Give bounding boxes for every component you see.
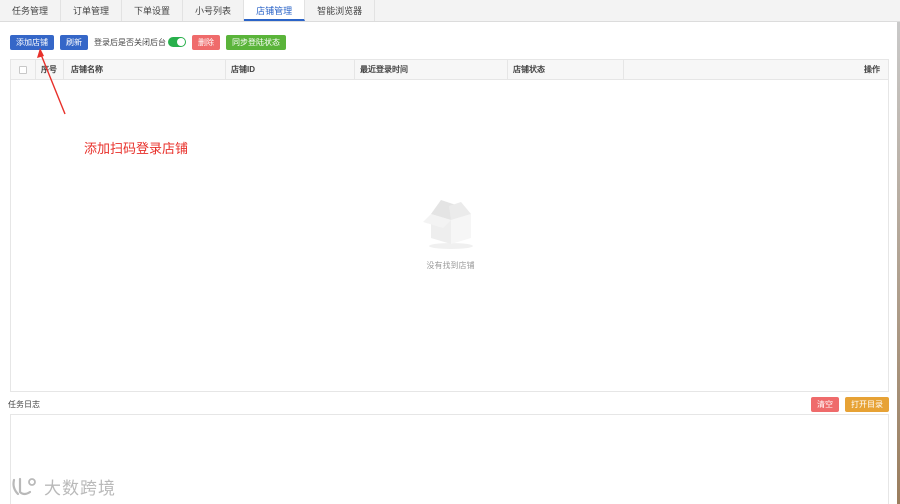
empty-state-text: 没有找到店铺: [426, 261, 475, 270]
column-divider: [354, 60, 355, 80]
select-all-checkbox[interactable]: [19, 66, 27, 74]
column-header-shop-id: 店铺ID: [231, 65, 255, 74]
empty-box-icon: [422, 200, 473, 249]
annotation-text: 添加扫码登录店铺: [84, 141, 189, 156]
brand-logo-icon: [12, 477, 36, 495]
delete-button[interactable]: 删除: [192, 34, 220, 50]
tab-bar: 任务管理 订单管理 下单设置 小号列表 店铺管理 智能浏览器: [0, 0, 900, 22]
column-header-last-login: 最近登录时间: [360, 65, 408, 74]
log-title: 任务日志: [8, 400, 40, 409]
column-divider: [623, 60, 624, 80]
column-header-actions: 操作: [864, 65, 880, 74]
log-output[interactable]: [10, 414, 889, 504]
add-shop-button[interactable]: 添加店铺: [10, 34, 54, 50]
sync-login-status-button[interactable]: 同步登陆状态: [226, 34, 286, 50]
shop-table: 序号 店铺名称 店铺ID 最近登录时间 店铺状态 操作 没有找到店铺: [10, 59, 889, 392]
column-header-index: 序号: [41, 65, 57, 74]
tab-order-management[interactable]: 订单管理: [61, 0, 123, 21]
log-header: 任务日志 清空 打开目录: [8, 397, 889, 413]
tab-task-management[interactable]: 任务管理: [0, 0, 62, 21]
watermark-text: 大数跨境: [44, 479, 116, 499]
empty-state: 没有找到店铺: [11, 190, 890, 271]
toolbar: 添加店铺 刷新 登录后是否关闭后台 删除 同步登陆状态: [10, 34, 286, 50]
tab-shop-management[interactable]: 店铺管理: [244, 0, 306, 21]
column-divider: [35, 60, 36, 80]
column-header-shop-name: 店铺名称: [71, 65, 103, 74]
table-header: 序号 店铺名称 店铺ID 最近登录时间 店铺状态 操作: [11, 60, 888, 80]
close-after-login-toggle[interactable]: [168, 37, 186, 47]
tab-account-list[interactable]: 小号列表: [183, 0, 245, 21]
open-directory-button[interactable]: 打开目录: [845, 397, 889, 412]
column-divider: [507, 60, 508, 80]
watermark: 大数跨境: [10, 474, 116, 499]
tab-smart-browser[interactable]: 智能浏览器: [305, 0, 376, 21]
column-header-shop-status: 店铺状态: [513, 65, 545, 74]
close-after-login-label: 登录后是否关闭后台: [94, 37, 166, 47]
column-divider: [63, 60, 64, 80]
refresh-button[interactable]: 刷新: [60, 34, 88, 50]
column-divider: [225, 60, 226, 80]
clear-log-button[interactable]: 清空: [811, 397, 839, 412]
tab-order-settings[interactable]: 下单设置: [122, 0, 184, 21]
